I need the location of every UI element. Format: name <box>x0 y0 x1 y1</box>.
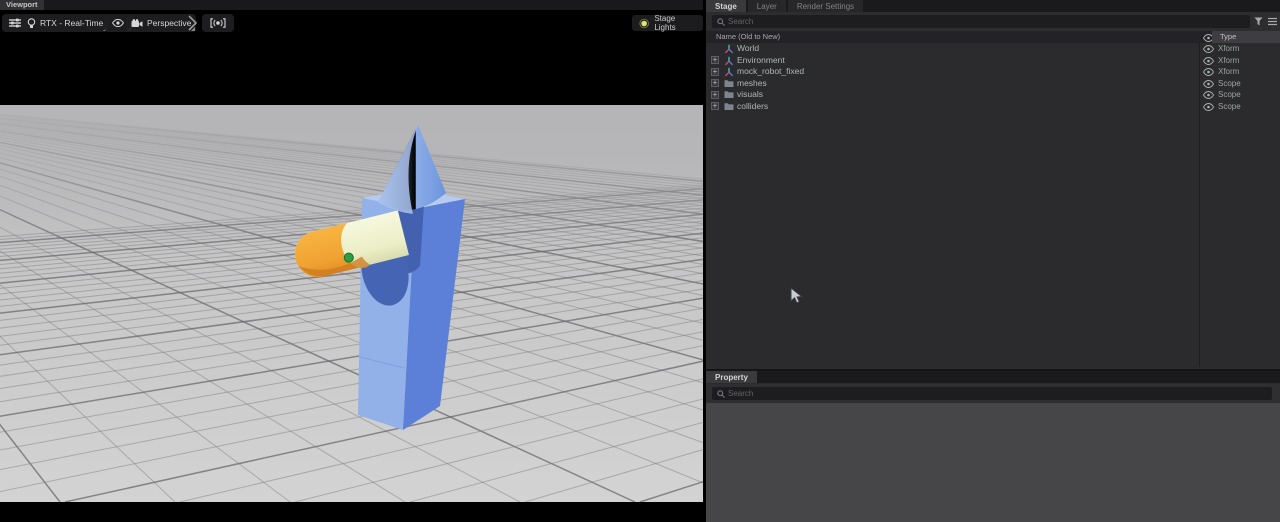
3d-scene <box>0 105 703 502</box>
visibility-eye-icon[interactable] <box>1202 45 1215 55</box>
capture-icon <box>210 18 226 28</box>
prim-name[interactable]: mock_robot_fixed <box>737 66 804 78</box>
prim-name[interactable]: colliders <box>737 101 768 113</box>
viewport-tab-bar: Viewport <box>0 0 703 10</box>
visibility-eye-icon[interactable] <box>1202 68 1215 78</box>
property-search-input[interactable] <box>712 387 1272 400</box>
tab-viewport[interactable]: Viewport <box>0 0 44 10</box>
visibility-eye-icon[interactable] <box>1202 79 1215 90</box>
viewport-canvas[interactable] <box>0 105 703 502</box>
prim-type: Scope <box>1218 101 1241 111</box>
tab-stage[interactable]: Stage <box>706 0 746 12</box>
property-content-empty <box>706 403 1280 522</box>
capture-button[interactable] <box>202 14 234 32</box>
prim-name[interactable]: meshes <box>737 78 767 90</box>
prim-name[interactable]: Environment <box>737 55 785 67</box>
search-icon <box>717 390 725 398</box>
stage-tree: Name (Old to New) Type World Xform + Env… <box>706 31 1280 369</box>
tree-row-meshes[interactable]: + meshes Scope <box>706 78 1280 90</box>
type-column-header[interactable]: Type <box>1212 31 1280 43</box>
tree-row-colliders[interactable]: + colliders Scope <box>706 101 1280 113</box>
stage-search-row <box>706 12 1280 31</box>
visibility-eye-icon[interactable] <box>1202 91 1215 101</box>
folder-icon <box>724 90 734 101</box>
folder-icon <box>724 79 734 90</box>
property-search-row <box>706 384 1280 403</box>
expand-toggle[interactable]: + <box>711 67 719 76</box>
expand-toggle[interactable]: + <box>711 102 719 110</box>
filter-icon[interactable] <box>1254 17 1263 26</box>
expand-toggle[interactable]: + <box>711 79 719 87</box>
sliders-icon <box>9 18 21 28</box>
tree-row-world[interactable]: World Xform <box>706 43 1280 55</box>
tree-row-visuals[interactable]: + visuals Scope <box>706 89 1280 101</box>
renderer-label: RTX - Real-Time <box>40 18 104 28</box>
tree-header-row[interactable]: Name (Old to New) Type <box>706 31 1280 43</box>
stage-lights-label: Stage Lights <box>654 14 676 32</box>
lightbulb-icon <box>27 17 36 28</box>
stage-lights-button[interactable]: Stage Lights <box>632 14 703 32</box>
camera-icon <box>131 18 143 27</box>
viewport-toolbar: RTX - Real-Time Perspective <box>0 14 703 32</box>
tree-row-environment[interactable]: + Environment Xform <box>706 55 1280 67</box>
prim-name[interactable]: visuals <box>737 89 763 101</box>
folder-icon <box>724 102 734 113</box>
eye-icon <box>112 19 124 27</box>
search-icon <box>717 18 725 26</box>
stage-search-input[interactable] <box>712 15 1250 28</box>
prim-type: Scope <box>1218 78 1241 88</box>
tab-layer[interactable]: Layer <box>747 0 786 12</box>
tab-render-settings[interactable]: Render Settings <box>787 0 864 12</box>
property-tab-bar: Property <box>706 371 1280 383</box>
right-panel: Stage Layer Render Settings Name (Old to… <box>706 0 1280 522</box>
prim-type: Xform <box>1218 44 1240 53</box>
prim-name[interactable]: World <box>737 43 759 55</box>
visibility-eye-icon[interactable] <box>1202 102 1215 113</box>
tree-rows: World Xform + Environment Xform + mock_r… <box>706 43 1280 112</box>
camera-dropdown[interactable]: Perspective <box>126 14 197 32</box>
toolbar-expand-chevron[interactable] <box>187 15 198 36</box>
tree-row-mock-robot-fixed[interactable]: + mock_robot_fixed Xform <box>706 66 1280 78</box>
expand-toggle[interactable]: + <box>711 56 719 64</box>
renderer-dropdown[interactable]: RTX - Real-Time <box>22 14 109 32</box>
app-window: Viewport RTX - Real-Time Perspective Sta… <box>0 0 1280 522</box>
stage-tab-bar: Stage Layer Render Settings <box>706 0 1280 12</box>
prim-type: Xform <box>1218 55 1240 65</box>
mouse-cursor <box>790 287 804 304</box>
light-icon <box>639 18 649 28</box>
options-menu-icon[interactable] <box>1268 17 1277 26</box>
tab-property[interactable]: Property <box>706 371 757 383</box>
visibility-eye-icon[interactable] <box>1202 56 1215 67</box>
prim-type: Xform <box>1218 67 1240 76</box>
prim-type: Scope <box>1218 90 1241 99</box>
camera-label: Perspective <box>147 18 192 28</box>
viewport-panel: Viewport RTX - Real-Time Perspective Sta… <box>0 0 703 522</box>
expand-toggle[interactable]: + <box>711 90 719 99</box>
name-column-header[interactable]: Name (Old to New) <box>716 31 780 43</box>
